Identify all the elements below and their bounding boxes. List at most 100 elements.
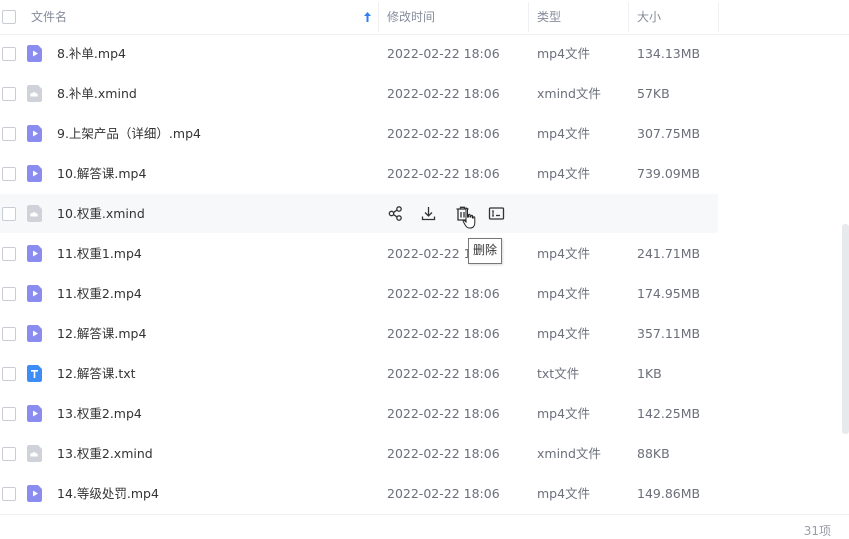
video-file-icon (27, 485, 44, 502)
row-checkbox[interactable] (2, 407, 16, 421)
table-row[interactable]: 11.权重2.mp4 2022-02-22 18:06 mp4文件 174.95MB (0, 274, 718, 313)
table-row[interactable]: 14.等级处罚.mp4 2022-02-22 18:06 mp4文件 149.86MB (0, 474, 718, 513)
table-row[interactable]: 12.解答课.txt 2022-02-22 18:06 txt文件 1KB (0, 354, 718, 393)
video-file-icon (27, 165, 44, 182)
table-row[interactable]: 12.解答课.mp4 2022-02-22 18:06 mp4文件 357.11MB (0, 314, 718, 353)
file-name[interactable]: 13.权重2.xmind (57, 434, 153, 473)
row-checkbox[interactable] (2, 247, 16, 261)
file-name[interactable]: 11.权重2.mp4 (57, 274, 142, 313)
file-size: 57KB (637, 86, 670, 101)
file-type: mp4文件 (537, 286, 591, 301)
file-size: 357.11MB (637, 326, 701, 341)
list-footer: 31项 (0, 514, 849, 538)
row-checkbox[interactable] (2, 47, 16, 61)
video-file-icon (27, 45, 44, 62)
file-size: 142.25MB (637, 406, 701, 421)
file-name[interactable]: 13.权重2.mp4 (57, 394, 142, 433)
file-size: 241.71MB (637, 246, 701, 261)
file-type: txt文件 (537, 366, 580, 381)
file-name[interactable]: 8.补单.mp4 (57, 34, 126, 73)
download-icon[interactable] (420, 205, 437, 222)
column-header-modified[interactable]: 修改时间 (387, 0, 435, 34)
file-size: 1KB (637, 366, 662, 381)
item-count: 31项 (803, 524, 831, 538)
file-type: mp4文件 (537, 166, 591, 181)
file-name[interactable]: 10.解答课.mp4 (57, 154, 146, 193)
file-name[interactable]: 8.补单.xmind (57, 74, 137, 113)
file-size: 88KB (637, 446, 670, 461)
row-actions (387, 205, 517, 223)
file-name[interactable]: 10.权重.xmind (57, 194, 145, 233)
column-header-name[interactable]: 文件名 (31, 0, 67, 34)
file-size: 307.75MB (637, 126, 701, 141)
file-type: mp4文件 (537, 326, 591, 341)
table-row[interactable]: 11.权重1.mp4 2022-02-22 18:06 mp4文件 241.71MB (0, 234, 718, 273)
select-all-checkbox[interactable] (2, 10, 16, 24)
video-file-icon (27, 405, 44, 422)
column-header-size[interactable]: 大小 (637, 0, 661, 34)
modified-time: 2022-02-22 18:06 (387, 286, 500, 301)
row-checkbox[interactable] (2, 367, 16, 381)
cloud-file-icon (27, 85, 44, 102)
file-type: mp4文件 (537, 126, 591, 141)
file-name[interactable]: 14.等级处罚.mp4 (57, 474, 159, 513)
modified-time: 2022-02-22 18:06 (387, 166, 500, 181)
row-checkbox[interactable] (2, 447, 16, 461)
file-size: 149.86MB (637, 486, 701, 501)
row-checkbox[interactable] (2, 207, 16, 221)
delete-tooltip: 删除 (468, 238, 503, 264)
table-row[interactable]: 8.补单.mp4 2022-02-22 18:06 mp4文件 134.13MB (0, 34, 718, 73)
table-row[interactable]: 9.上架产品（详细）.mp4 2022-02-22 18:06 mp4文件 307.7… (0, 114, 718, 153)
modified-time: 2022-02-22 18:06 (387, 46, 500, 61)
table-row[interactable]: 13.权重2.mp4 2022-02-22 18:06 mp4文件 142.25MB (0, 394, 718, 433)
row-checkbox[interactable] (2, 87, 16, 101)
cloud-file-icon (27, 445, 44, 462)
video-file-icon (27, 285, 44, 302)
file-type: xmind文件 (537, 446, 601, 461)
table-row[interactable]: 10.权重.xmind (0, 194, 718, 233)
video-file-icon (27, 125, 44, 142)
modified-time: 2022-02-22 18:06 (387, 126, 500, 141)
cloud-file-icon (27, 205, 44, 222)
file-size: 174.95MB (637, 286, 701, 301)
mouse-cursor-icon (462, 207, 476, 229)
row-checkbox[interactable] (2, 287, 16, 301)
row-checkbox[interactable] (2, 327, 16, 341)
file-type: mp4文件 (537, 246, 591, 261)
rename-icon[interactable] (488, 205, 505, 222)
table-header: 文件名 修改时间 类型 大小 (0, 0, 849, 35)
share-icon[interactable] (387, 205, 404, 222)
column-divider (718, 2, 719, 32)
row-checkbox[interactable] (2, 167, 16, 181)
column-divider (528, 2, 529, 32)
table-row[interactable]: 8.补单.xmind 2022-02-22 18:06 xmind文件 57KB (0, 74, 718, 113)
scrollbar-thumb[interactable] (842, 224, 849, 434)
table-row[interactable]: 10.解答课.mp4 2022-02-22 18:06 mp4文件 739.09MB (0, 154, 718, 193)
file-type: mp4文件 (537, 406, 591, 421)
file-name[interactable]: 12.解答课.mp4 (57, 314, 146, 353)
text-file-icon (27, 365, 44, 382)
file-name[interactable]: 12.解答课.txt (57, 354, 136, 393)
modified-time: 2022-02-22 18:06 (387, 406, 500, 421)
file-size: 134.13MB (637, 46, 701, 61)
file-type: xmind文件 (537, 86, 601, 101)
file-size: 739.09MB (637, 166, 701, 181)
row-checkbox[interactable] (2, 127, 16, 141)
column-divider (628, 2, 629, 32)
file-type: mp4文件 (537, 486, 591, 501)
modified-time: 2022-02-22 18:06 (387, 366, 500, 381)
sort-ascending-icon[interactable] (363, 11, 372, 23)
modified-time: 2022-02-22 18:06 (387, 446, 500, 461)
modified-time: 2022-02-22 18:06 (387, 86, 500, 101)
video-file-icon (27, 245, 44, 262)
file-name[interactable]: 11.权重1.mp4 (57, 234, 142, 273)
video-file-icon (27, 325, 44, 342)
row-checkbox[interactable] (2, 487, 16, 501)
file-type: mp4文件 (537, 46, 591, 61)
vertical-scrollbar[interactable] (842, 34, 849, 512)
column-divider (378, 2, 379, 32)
table-row[interactable]: 13.权重2.xmind 2022-02-22 18:06 xmind文件 88KB (0, 434, 718, 473)
column-header-type[interactable]: 类型 (537, 0, 561, 34)
modified-time: 2022-02-22 18:06 (387, 326, 500, 341)
file-name[interactable]: 9.上架产品（详细）.mp4 (57, 114, 201, 153)
